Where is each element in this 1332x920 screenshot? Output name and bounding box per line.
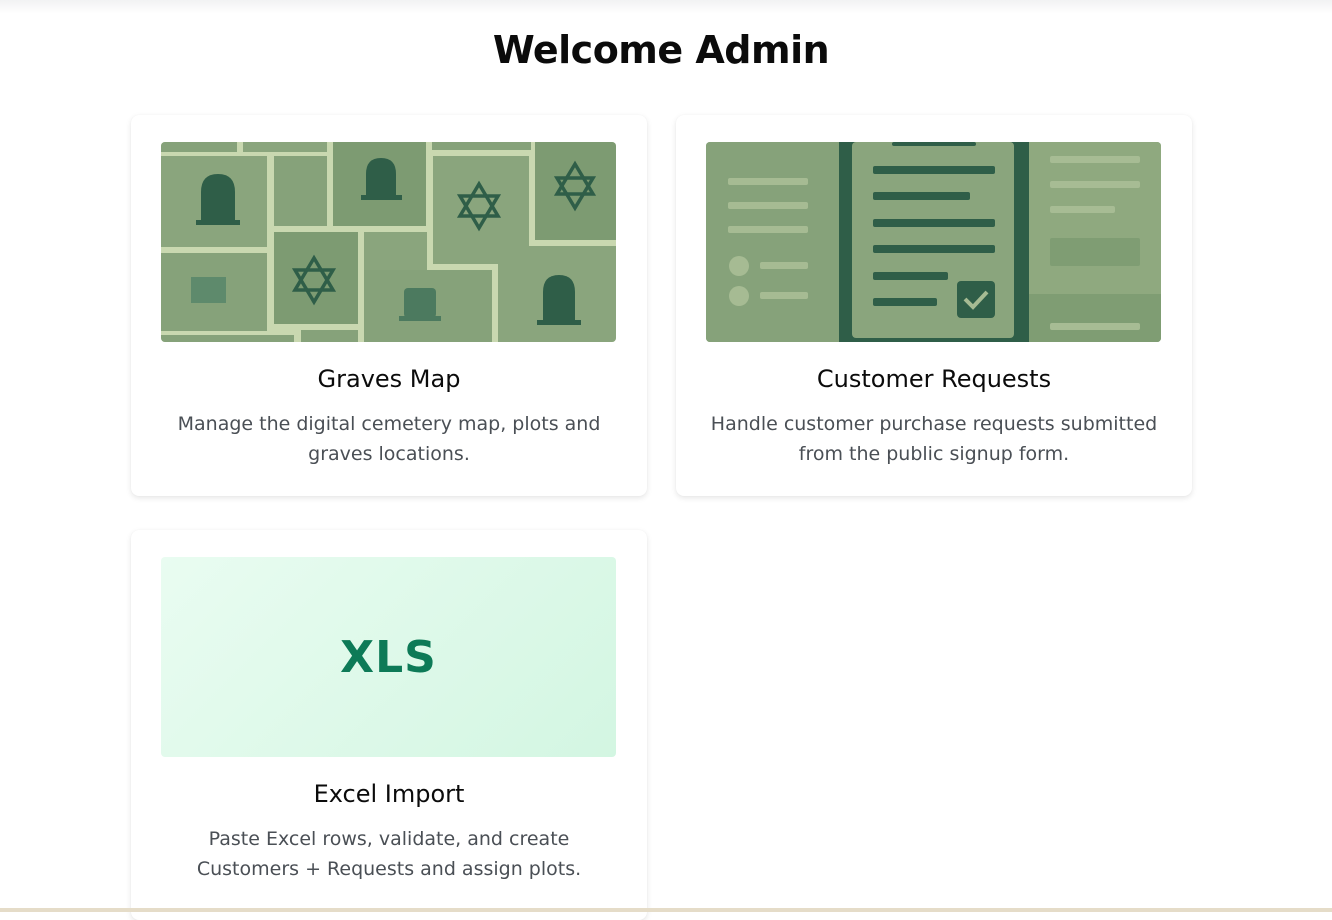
customer-requests-card[interactable]: Customer Requests Handle customer purcha… (676, 115, 1192, 496)
xls-text: XLS (340, 631, 437, 683)
card-description: Handle customer purchase requests submit… (710, 413, 1158, 465)
card-title: Graves Map (317, 365, 461, 393)
card-title: Excel Import (313, 780, 465, 808)
excel-import-card[interactable]: XLS Excel Import Paste Excel rows, valid… (131, 530, 647, 920)
cemetery-map-illustration (161, 142, 616, 342)
request-form-illustration (706, 142, 1161, 342)
card-description: Manage the digital cemetery map, plots a… (177, 413, 601, 465)
bottom-divider (0, 908, 1332, 912)
top-bar (0, 0, 1332, 14)
card-description: Paste Excel rows, validate, and create C… (196, 828, 582, 880)
card-title: Customer Requests (816, 365, 1052, 393)
page-title: Welcome Admin (492, 28, 830, 72)
xls-badge: XLS (161, 557, 616, 757)
graves-map-card[interactable]: Graves Map Manage the digital cemetery m… (131, 115, 647, 496)
